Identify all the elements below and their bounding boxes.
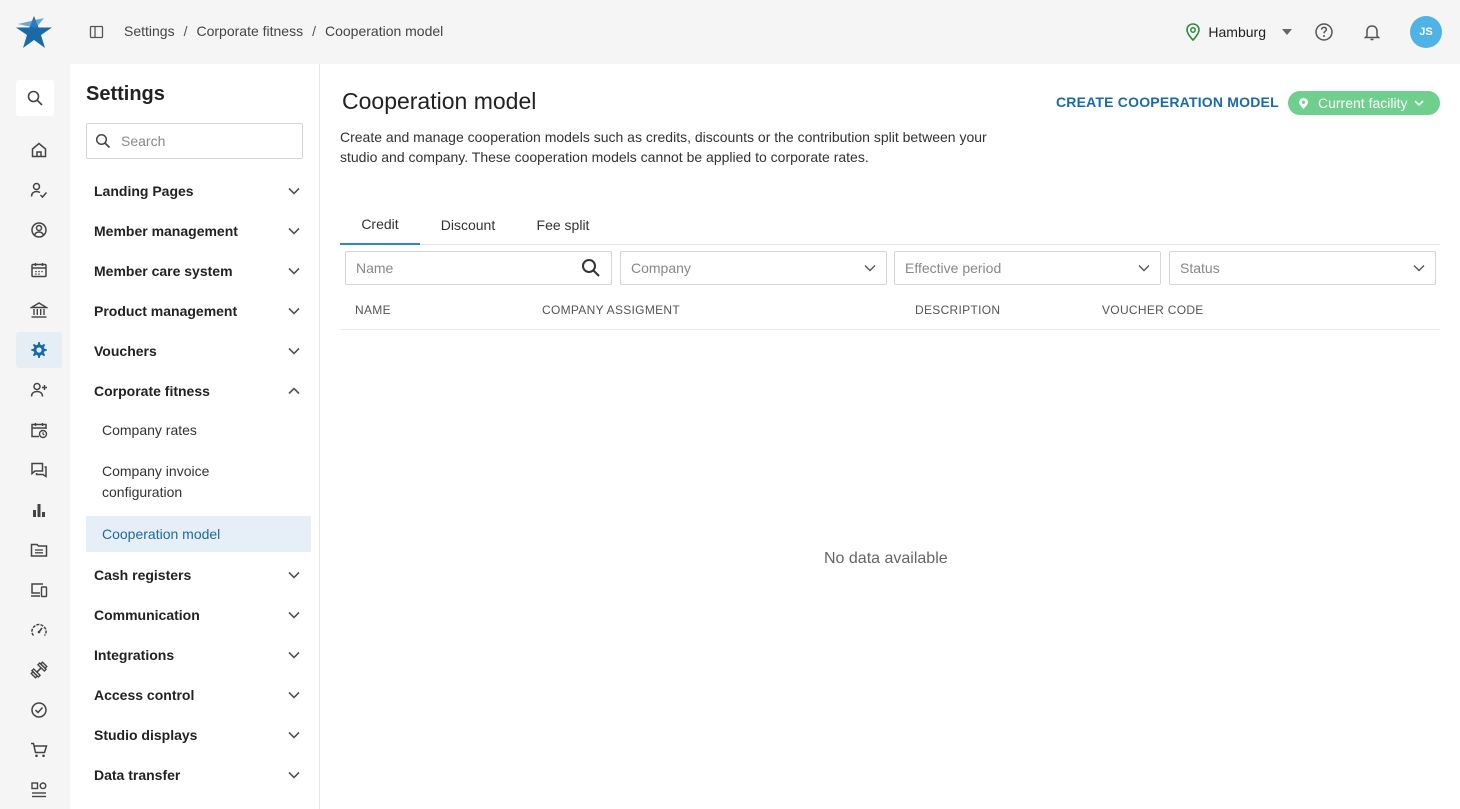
chevron-down-icon xyxy=(1413,265,1425,272)
avatar[interactable]: JS xyxy=(1410,16,1442,48)
chevron-down-icon xyxy=(288,771,300,779)
chevron-down-icon xyxy=(1138,265,1150,272)
chevron-down-icon xyxy=(288,611,300,619)
status-filter-label: Status xyxy=(1180,260,1220,276)
calendar-icon[interactable] xyxy=(16,252,62,288)
top-right-controls: Hamburg JS xyxy=(1185,16,1442,48)
map-pin-icon xyxy=(1186,23,1201,41)
breadcrumb-cooperation-model: Cooperation model xyxy=(324,23,444,39)
effective-period-filter-label: Effective period xyxy=(905,260,1002,276)
sub-item-cooperation-model[interactable]: Cooperation model xyxy=(86,516,311,552)
chevron-down-icon xyxy=(288,187,300,195)
status-filter[interactable]: Status xyxy=(1169,251,1436,285)
menu-member-management[interactable]: Member management xyxy=(94,219,304,243)
check-circle-icon[interactable] xyxy=(16,692,62,728)
member-check-icon[interactable] xyxy=(16,172,62,208)
current-facility-label: Current facility xyxy=(1318,95,1408,111)
menu-communication[interactable]: Communication xyxy=(94,603,304,627)
chevron-down-icon xyxy=(288,227,300,235)
name-filter[interactable]: Name xyxy=(345,251,612,285)
tab-fee-split[interactable]: Fee split xyxy=(522,204,604,245)
tab-credit[interactable]: Credit xyxy=(340,204,420,245)
chevron-down-icon xyxy=(864,265,876,272)
more-icon[interactable] xyxy=(16,772,62,808)
page-title: Cooperation model xyxy=(342,88,537,114)
help-icon[interactable] xyxy=(1314,22,1334,42)
menu-corporate-fitness[interactable]: Corporate fitness xyxy=(94,379,304,403)
company-filter-label: Company xyxy=(631,260,691,276)
location-selector[interactable]: Hamburg xyxy=(1185,23,1292,41)
column-description[interactable]: DESCRIPTION xyxy=(915,303,1000,317)
dumbbell-icon[interactable] xyxy=(16,652,62,688)
menu-access-control[interactable]: Access control xyxy=(94,683,304,707)
menu-integrations[interactable]: Integrations xyxy=(94,643,304,667)
breadcrumb-corporate-fitness[interactable]: Corporate fitness xyxy=(196,23,303,39)
bell-icon[interactable] xyxy=(1362,22,1382,42)
settings-title: Settings xyxy=(86,83,165,105)
sub-item-company-rates[interactable]: Company rates xyxy=(102,420,302,441)
caret-down-icon xyxy=(1282,29,1292,35)
cart-icon[interactable] xyxy=(16,732,62,768)
breadcrumb: Settings / Corporate fitness / Cooperati… xyxy=(124,23,444,39)
table-header: NAME COMPANY ASSIGMENT DESCRIPTION VOUCH… xyxy=(340,294,1440,330)
chevron-up-icon xyxy=(288,387,300,395)
column-company-assignment[interactable]: COMPANY ASSIGMENT xyxy=(542,303,680,317)
user-circle-icon[interactable] xyxy=(16,212,62,248)
effective-period-filter[interactable]: Effective period xyxy=(894,251,1161,285)
folder-icon[interactable] xyxy=(16,532,62,568)
settings-search-input[interactable] xyxy=(121,133,291,149)
chevron-down-icon xyxy=(288,347,300,355)
chevron-down-icon xyxy=(288,307,300,315)
calendar-clock-icon[interactable] xyxy=(16,412,62,448)
chevron-down-icon xyxy=(1414,100,1425,106)
sidebar-toggle-icon[interactable] xyxy=(89,24,105,40)
map-pin-icon xyxy=(1299,97,1308,109)
rail-search-icon[interactable] xyxy=(16,80,54,116)
gear-icon[interactable] xyxy=(16,332,62,368)
gauge-icon[interactable] xyxy=(16,612,62,648)
breadcrumb-settings[interactable]: Settings xyxy=(124,23,175,39)
menu-vouchers[interactable]: Vouchers xyxy=(94,339,304,363)
devices-icon[interactable] xyxy=(16,572,62,608)
sub-item-company-invoice-configuration[interactable]: Company invoice configuration xyxy=(102,461,252,503)
menu-product-management[interactable]: Product management xyxy=(94,299,304,323)
bar-chart-icon[interactable] xyxy=(16,492,62,528)
chevron-down-icon xyxy=(288,691,300,699)
user-add-icon[interactable] xyxy=(16,372,62,408)
tab-bar: Credit Discount Fee split xyxy=(340,204,1440,245)
chevron-down-icon xyxy=(288,267,300,275)
chevron-down-icon xyxy=(288,731,300,739)
column-voucher-code[interactable]: VOUCHER CODE xyxy=(1102,303,1204,317)
menu-data-transfer[interactable]: Data transfer xyxy=(94,763,304,787)
location-label: Hamburg xyxy=(1208,24,1266,40)
icon-rail xyxy=(0,64,70,809)
settings-search[interactable] xyxy=(86,123,303,159)
current-facility-button[interactable]: Current facility xyxy=(1288,91,1440,115)
star-logo-icon[interactable] xyxy=(14,14,54,50)
main-content: Cooperation model CREATE COOPERATION MOD… xyxy=(320,64,1460,809)
create-cooperation-model-button[interactable]: CREATE COOPERATION MODEL xyxy=(1056,94,1279,110)
page-description: Create and manage cooperation models suc… xyxy=(340,129,987,165)
home-icon[interactable] xyxy=(16,132,62,168)
bank-icon[interactable] xyxy=(16,292,62,328)
name-filter-placeholder: Name xyxy=(356,260,394,276)
search-icon[interactable] xyxy=(581,258,601,278)
menu-cash-registers[interactable]: Cash registers xyxy=(94,563,304,587)
menu-member-care-system[interactable]: Member care system xyxy=(94,259,304,283)
empty-state-text: No data available xyxy=(824,550,948,567)
top-bar: Settings / Corporate fitness / Cooperati… xyxy=(0,0,1460,64)
settings-sidebar: Settings Landing Pages Member management… xyxy=(70,64,320,809)
column-name[interactable]: NAME xyxy=(355,303,391,317)
tab-discount[interactable]: Discount xyxy=(428,204,508,245)
chat-icon[interactable] xyxy=(16,452,62,488)
menu-studio-displays[interactable]: Studio displays xyxy=(94,723,304,747)
chevron-down-icon xyxy=(288,571,300,579)
menu-landing-pages[interactable]: Landing Pages xyxy=(94,179,304,203)
chevron-down-icon xyxy=(288,651,300,659)
search-icon xyxy=(95,133,111,149)
company-filter[interactable]: Company xyxy=(620,251,887,285)
